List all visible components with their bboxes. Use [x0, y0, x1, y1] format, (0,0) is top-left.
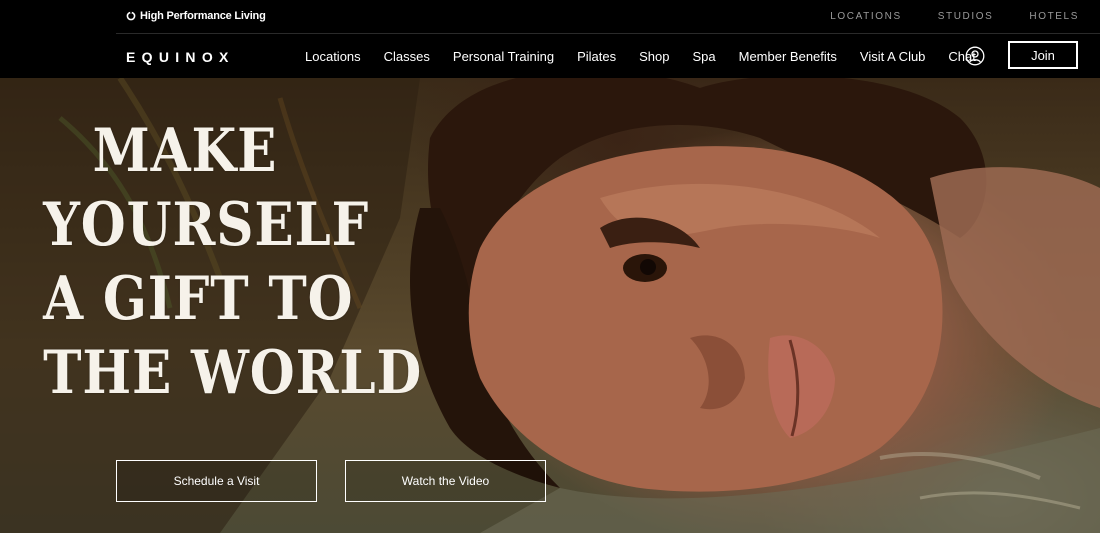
nav-item-locations[interactable]: Locations: [305, 49, 361, 64]
nav-item-shop[interactable]: Shop: [639, 49, 669, 64]
utility-bar: High Performance Living LOCATIONS STUDIO…: [0, 0, 1100, 33]
utility-link-hotels[interactable]: HOTELS: [1029, 11, 1079, 22]
nav-item-visit-a-club[interactable]: Visit A Club: [860, 49, 926, 64]
equinox-logo[interactable]: EQUINOX: [126, 49, 235, 65]
utility-link-locations[interactable]: LOCATIONS: [830, 11, 901, 22]
join-button[interactable]: Join: [1008, 41, 1078, 69]
account-icon[interactable]: [965, 46, 985, 66]
utility-link-studios[interactable]: STUDIOS: [938, 11, 994, 22]
nav-item-member-benefits[interactable]: Member Benefits: [739, 49, 837, 64]
watch-video-button[interactable]: Watch the Video: [345, 460, 546, 502]
nav-item-pilates[interactable]: Pilates: [577, 49, 616, 64]
loop-icon: [126, 11, 136, 21]
headline-line: MAKE: [92, 116, 278, 186]
nav-item-spa[interactable]: Spa: [692, 49, 715, 64]
nav-item-classes[interactable]: Classes: [384, 49, 430, 64]
schedule-visit-button[interactable]: Schedule a Visit: [116, 460, 317, 502]
headline-line: THE WORLD: [43, 338, 423, 408]
headline-line: YOURSELF: [43, 190, 370, 260]
brand-tagline: High Performance Living: [140, 10, 266, 22]
hero-section: MAKE YOURSELF A GIFT TO THE WORLD Schedu…: [0, 78, 1100, 533]
headline-line: A GIFT TO: [43, 264, 354, 334]
main-nav: EQUINOX Locations Classes Personal Train…: [0, 34, 1100, 78]
brand-tagline-link[interactable]: High Performance Living: [126, 10, 266, 22]
hero-headline: MAKE YOURSELF A GIFT TO THE WORLD: [43, 114, 423, 410]
nav-item-personal-training[interactable]: Personal Training: [453, 49, 554, 64]
